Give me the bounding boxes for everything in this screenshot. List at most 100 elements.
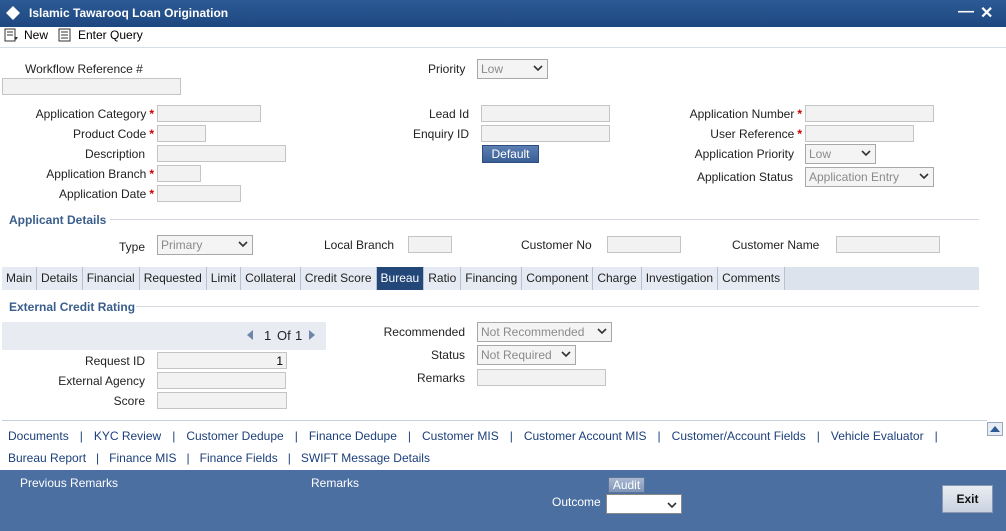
link-separator: | [186,451,190,465]
link-customer-account-fields[interactable]: Customer/Account Fields [672,429,806,443]
remarks-label: Remarks [416,371,465,385]
tab-ratio[interactable]: Ratio [424,267,462,290]
link-separator: | [79,429,83,443]
application-priority-select[interactable]: Low [805,144,876,164]
tab-comments[interactable]: Comments [718,267,786,290]
recommended-select[interactable]: Not Recommended [477,322,612,342]
customer-no-label: Customer No [521,238,592,252]
tab-collateral[interactable]: Collateral [241,267,301,290]
type-label: Type [119,240,146,254]
tab-financing[interactable]: Financing [461,267,523,290]
application-number-field[interactable] [805,105,934,122]
product-code-label: Product Code * [72,127,154,141]
customer-name-field[interactable] [836,236,940,253]
workflow-reference-field[interactable] [2,78,181,95]
link-customer-dedupe[interactable]: Customer Dedupe [186,429,283,443]
application-branch-field[interactable] [157,165,201,182]
link-finance-mis[interactable]: Finance MIS [109,451,176,465]
description-label: Description [84,147,145,161]
link-separator: | [96,451,100,465]
remarks-field[interactable] [477,369,606,386]
lead-id-field[interactable] [481,105,610,122]
tab-financial[interactable]: Financial [82,267,140,290]
link-separator: | [287,451,291,465]
window-title: Islamic Tawarooq Loan Origination [29,6,229,20]
tab-main[interactable]: Main [2,267,38,290]
pager-current: 1 [264,328,272,343]
link-swift-message-details[interactable]: SWIFT Message Details [301,451,430,465]
enquiry-id-field[interactable] [481,125,610,142]
tab-strip: Main Details Financial Requested Limit C… [2,267,979,290]
minimize-icon[interactable]: — [958,3,974,21]
application-date-field[interactable] [157,185,241,202]
application-status-label: Application Status [696,170,793,184]
customer-no-field[interactable] [607,236,681,253]
chevron-down-icon [238,241,248,248]
application-category-label: Application Category * [35,107,154,121]
new-button[interactable]: New [4,28,48,42]
tab-charge[interactable]: Charge [593,267,642,290]
score-field[interactable] [157,392,287,409]
tab-component[interactable]: Component [522,267,594,290]
request-id-field[interactable]: 1 [157,352,287,369]
application-category-field[interactable] [157,105,261,122]
chevron-down-icon [533,65,543,72]
external-agency-field[interactable] [157,372,286,389]
product-code-field[interactable] [157,125,206,142]
exit-button[interactable]: Exit [942,485,993,513]
link-finance-fields[interactable]: Finance Fields [200,451,278,465]
local-branch-field[interactable] [408,236,452,253]
scroll-up-button[interactable] [987,422,1003,436]
new-label: New [24,28,49,42]
type-select[interactable]: Primary [157,235,253,255]
tab-bureau[interactable]: Bureau [376,267,425,290]
app-diamond-icon [6,6,20,20]
request-id-label: Request ID [84,354,145,368]
footer-bar: Previous Remarks Remarks Audit Outcome E… [0,470,1006,531]
enter-query-button[interactable]: Enter Query [58,28,143,42]
application-date-label: Application Date * [58,187,154,201]
priority-label: Priority [428,62,466,76]
next-record-icon[interactable] [308,329,316,341]
link-kyc-review[interactable]: KYC Review [94,429,161,443]
application-status-value: Application Entry [809,170,900,184]
chevron-down-icon [667,502,677,509]
tab-details[interactable]: Details [37,267,83,290]
tab-credit-score[interactable]: Credit Score [300,267,377,290]
application-status-select[interactable]: Application Entry [805,167,934,187]
tab-investigation[interactable]: Investigation [641,267,719,290]
chevron-down-icon [919,173,929,180]
status-select[interactable]: Not Required [477,345,576,365]
query-icon [58,28,71,42]
previous-record-icon[interactable] [246,329,254,341]
local-branch-label: Local Branch [324,238,395,252]
link-separator: | [509,429,513,443]
type-value: Primary [161,238,203,252]
description-field[interactable] [157,145,286,162]
application-branch-label: Application Branch * [46,167,154,181]
link-customer-account-mis[interactable]: Customer Account MIS [524,429,647,443]
link-documents[interactable]: Documents [8,429,69,443]
links-row-1: Documents | KYC Review | Customer Dedupe… [8,429,938,443]
priority-select[interactable]: Low [477,59,548,79]
tab-requested[interactable]: Requested [139,267,207,290]
application-priority-value: Low [809,147,832,161]
default-button[interactable]: Default [482,145,539,163]
status-label: Status [430,348,465,362]
link-customer-mis[interactable]: Customer MIS [422,429,499,443]
tab-limit[interactable]: Limit [206,267,242,290]
user-reference-field[interactable] [805,125,914,142]
new-document-icon [4,28,18,42]
link-bureau-report[interactable]: Bureau Report [8,451,86,465]
section-divider [110,219,979,220]
link-separator: | [934,429,938,443]
outcome-select[interactable] [606,494,682,514]
close-icon[interactable]: ✕ [980,3,993,23]
link-separator: | [816,429,820,443]
audit-button[interactable]: Audit [608,477,645,493]
chevron-down-icon [597,328,607,335]
link-vehicle-evaluator[interactable]: Vehicle Evaluator [831,429,924,443]
workflow-reference-label: Workflow Reference # [25,62,143,76]
user-reference-label: User Reference * [710,127,802,141]
link-finance-dedupe[interactable]: Finance Dedupe [309,429,397,443]
